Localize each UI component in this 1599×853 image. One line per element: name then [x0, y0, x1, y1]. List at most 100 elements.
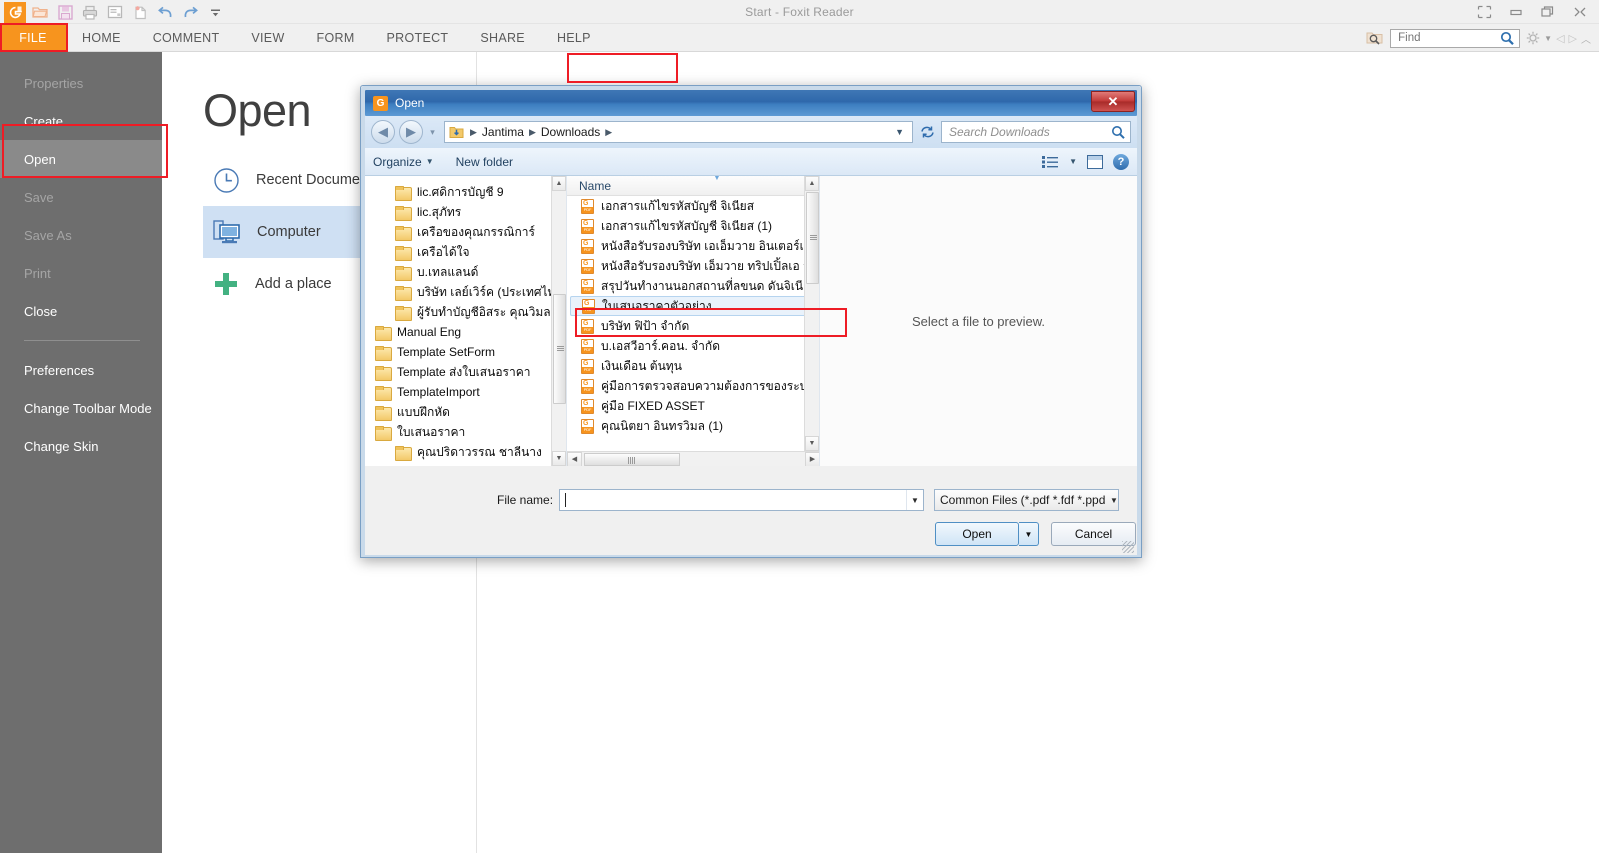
pdf-file-icon: G PDF: [581, 378, 594, 394]
dialog-close-button[interactable]: ✕: [1091, 91, 1135, 112]
folder-icon: [395, 205, 412, 221]
gear-icon[interactable]: [1526, 31, 1540, 45]
breadcrumb-item-1[interactable]: Jantima: [482, 125, 524, 139]
menu-item-change-toolbar-mode[interactable]: Change Toolbar Mode: [0, 389, 162, 427]
change-view-icon[interactable]: [1042, 154, 1059, 169]
help-icon[interactable]: ?: [1113, 153, 1129, 170]
tree-item[interactable]: เครือได้ใจ: [365, 242, 566, 262]
menu-item-preferences[interactable]: Preferences: [0, 351, 162, 389]
breadcrumb-item-2[interactable]: Downloads: [541, 125, 600, 139]
menu-item-create[interactable]: Create: [0, 102, 162, 140]
tree-item[interactable]: คุณปริดาวรรณ ชาลีนาง: [365, 442, 566, 462]
file-list-header[interactable]: Name ▼: [567, 176, 819, 196]
file-list-item[interactable]: G PDF หนังสือรับรองบริษัท เอเอ็มวาย อินเตอ…: [567, 236, 819, 256]
maximize-icon[interactable]: [1533, 1, 1563, 23]
tree-vertical-scrollbar[interactable]: ▲ ▼: [551, 176, 566, 466]
scroll-down-icon[interactable]: ▼: [805, 436, 819, 451]
column-header-name[interactable]: Name: [579, 179, 611, 193]
tree-item[interactable]: Template SetForm: [365, 342, 566, 362]
chevron-down-icon[interactable]: ▼: [1544, 34, 1552, 43]
file-list-item[interactable]: G PDF เอกสารแก้ไขรหัสบัญชี จิเนียส (1): [567, 216, 819, 236]
tree-item[interactable]: ผู้รับทำบัญชีอิสระ คุณวิมลศิริ: [365, 302, 566, 322]
chevron-down-icon[interactable]: ▼: [1105, 496, 1118, 505]
file-list-item[interactable]: G PDF บ.เอสวีอาร์.คอน. จำกัด: [567, 336, 819, 356]
open-button[interactable]: Open: [935, 522, 1019, 546]
tree-item[interactable]: Template ส่งใบเสนอราคา: [365, 362, 566, 382]
scroll-up-icon[interactable]: ▲: [805, 176, 819, 191]
search-box[interactable]: Search Downloads: [941, 121, 1131, 143]
file-list-item[interactable]: G PDF หนังสือรับรองบริษัท เอ็มวาย ทริปเปิ้…: [567, 256, 819, 276]
tab-help[interactable]: HELP: [541, 24, 607, 52]
file-list-vertical-scrollbar[interactable]: ▲ ▼: [804, 176, 819, 451]
next-icon[interactable]: ▷: [1569, 32, 1577, 45]
file-list-item[interactable]: G PDF สรุปวันทำงานนอกสถานที่ลขนด ดันจิเนีย…: [567, 276, 819, 296]
scroll-grip: [628, 457, 636, 464]
file-list-item[interactable]: G PDF บริษัท ฟิป้า จำกัด: [567, 316, 819, 336]
file-list-item-selected[interactable]: G PDF ใบเสนอราคาตัวอย่าง: [570, 296, 815, 316]
file-list-horizontal-scrollbar[interactable]: ◀ ▶: [567, 451, 819, 466]
file-name-dropdown-icon[interactable]: ▼: [906, 490, 923, 510]
tab-home[interactable]: HOME: [66, 24, 137, 52]
scroll-thumb[interactable]: [806, 192, 819, 284]
tab-file[interactable]: FILE: [0, 24, 66, 52]
tree-item[interactable]: Manual Eng: [365, 322, 566, 342]
folder-tree-pane[interactable]: lic.ศดิการบัญชี 9 lic.สุภัทร เครือของคุณ…: [365, 176, 567, 466]
menu-item-open[interactable]: Open: [0, 140, 162, 178]
new-folder-button[interactable]: New folder: [456, 155, 513, 169]
tree-item[interactable]: บ.เทลแลนด์: [365, 262, 566, 282]
file-name-input[interactable]: ▼: [559, 489, 924, 511]
dialog-title-bar[interactable]: G Open ✕: [365, 90, 1137, 116]
find-input-wrapper[interactable]: [1390, 28, 1521, 48]
breadcrumb-bar[interactable]: ▶ Jantima ▶ Downloads ▶ ▼: [444, 121, 913, 143]
forward-button[interactable]: ▶: [399, 120, 423, 144]
tree-item[interactable]: ใบเสนอราคา: [365, 422, 566, 442]
tab-form[interactable]: FORM: [301, 24, 371, 52]
scroll-down-icon[interactable]: ▼: [552, 451, 566, 466]
file-list-item[interactable]: G PDF เงินเดือน ต้นทุน: [567, 356, 819, 376]
scroll-up-icon[interactable]: ▲: [552, 176, 566, 191]
tree-item[interactable]: เครือของคุณกรรณิการ์: [365, 222, 566, 242]
menu-item-close[interactable]: Close: [0, 292, 162, 330]
tree-item[interactable]: บริษัท เลย์เวิร์ค (ประเทศไทย: [365, 282, 566, 302]
tab-view[interactable]: VIEW: [235, 24, 300, 52]
refresh-icon[interactable]: [917, 122, 937, 142]
tab-protect[interactable]: PROTECT: [371, 24, 465, 52]
close-icon[interactable]: [1565, 1, 1595, 23]
open-dropdown-button[interactable]: ▼: [1019, 522, 1039, 546]
organize-button[interactable]: Organize ▼: [373, 155, 434, 169]
tab-comment[interactable]: COMMENT: [137, 24, 236, 52]
previous-icon[interactable]: ◁: [1556, 32, 1564, 45]
search-document-icon[interactable]: [1366, 30, 1384, 46]
file-list-item[interactable]: G PDF คุณนิตยา อินทรวิมล (1): [567, 416, 819, 436]
scroll-left-icon[interactable]: ◀: [567, 451, 582, 466]
view-dropdown-icon[interactable]: ▼: [1069, 157, 1077, 166]
tab-share[interactable]: SHARE: [464, 24, 541, 52]
restore-layout-icon[interactable]: [1469, 1, 1499, 23]
minimize-icon[interactable]: [1501, 1, 1531, 23]
menu-item-save-as[interactable]: Save As: [0, 216, 162, 254]
recent-locations-icon[interactable]: ▾: [427, 127, 438, 138]
file-list-item[interactable]: G PDF คู่มือ FIXED ASSET: [567, 396, 819, 416]
menu-item-save[interactable]: Save: [0, 178, 162, 216]
find-input[interactable]: [1396, 31, 1501, 45]
tree-item[interactable]: lic.ศดิการบัญชี 9: [365, 182, 566, 202]
file-list-item[interactable]: G PDF เอกสารแก้ไขรหัสบัญชี จิเนียส: [567, 196, 819, 216]
scroll-thumb[interactable]: [553, 294, 566, 404]
collapse-ribbon-icon[interactable]: ︿: [1581, 31, 1591, 46]
menu-item-print[interactable]: Print: [0, 254, 162, 292]
back-button[interactable]: ◀: [371, 120, 395, 144]
scroll-right-icon[interactable]: ▶: [805, 451, 819, 466]
tree-item[interactable]: TemplateImport: [365, 382, 566, 402]
file-type-select[interactable]: Common Files (*.pdf *.fdf *.ppd ▼: [934, 489, 1119, 511]
breadcrumb-dropdown-icon[interactable]: ▼: [895, 127, 908, 137]
file-list-pane[interactable]: Name ▼ G PDF เอกสารแก้ไขรหัสบัญชี จิเนียส …: [567, 176, 820, 466]
dialog-resize-grip[interactable]: [1122, 541, 1134, 553]
file-list-item[interactable]: G PDF คู่มือการตรวจสอบความต้องการของระบบ: [567, 376, 819, 396]
tree-item[interactable]: lic.สุภัทร: [365, 202, 566, 222]
folder-icon: [395, 185, 412, 201]
menu-item-change-skin[interactable]: Change Skin: [0, 427, 162, 465]
tree-item[interactable]: แบบฝึกหัด: [365, 402, 566, 422]
preview-pane-icon[interactable]: [1087, 154, 1103, 169]
menu-item-properties[interactable]: Properties: [0, 64, 162, 102]
scroll-thumb[interactable]: [584, 453, 680, 466]
